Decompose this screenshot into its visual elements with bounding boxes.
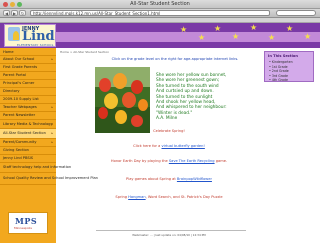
star-icon: ★: [232, 32, 240, 41]
mps-logo[interactable]: MPS Minneapolis: [8, 212, 48, 234]
sidebar-item-parent-community[interactable]: Parent/Community ▸: [0, 139, 56, 147]
browser-window: All-Star Student Section ◀ ▶ ↻ http://je…: [0, 0, 320, 243]
page-footer: Webmaster: ... | last update on: 04/08/1…: [132, 233, 206, 237]
reload-button[interactable]: ↻: [19, 10, 26, 16]
mps-logo-text: MPS: [15, 216, 38, 226]
section-link-4th-grade[interactable]: • 4th Grade: [269, 78, 288, 82]
butterfly-garden-line: Click here for a virtual butterfly garde…: [133, 144, 205, 148]
sidebar-item-directory[interactable]: Directory: [0, 88, 56, 96]
star-icon: ★: [268, 33, 276, 42]
site-header: JENNY Lind ELEMENTARY SCHOOL ★ ★ ★ ★ ★ ★…: [0, 23, 320, 48]
chevron-right-icon: ▸: [51, 105, 53, 109]
logo-name: Lind: [22, 29, 55, 44]
chevron-right-icon: ▸: [51, 131, 53, 135]
section-link-1st-grade[interactable]: • 1st Grade: [269, 65, 288, 69]
brainpop-link[interactable]: BrainpopWildflower: [177, 177, 212, 181]
lighthouse-icon: [8, 27, 20, 41]
chevron-right-icon: ▸: [51, 57, 53, 61]
back-button[interactable]: ◀: [3, 10, 10, 16]
logo-subtitle: ELEMENTARY SCHOOL: [17, 43, 54, 47]
star-icon: ★: [304, 32, 312, 41]
section-link-2nd-grade[interactable]: • 2nd Grade: [269, 69, 289, 73]
sidebar-item-about[interactable]: About Our School ▸: [0, 56, 56, 64]
spring-games-line: Play games about Spring at BrainpopWildf…: [126, 177, 212, 181]
sidebar-item-all-star[interactable]: All-Star Student Section ▸: [0, 129, 56, 139]
sidebar-item-first-grade-parents[interactable]: First Grade Parents: [0, 64, 56, 72]
in-this-section-panel: In This Section • Kindergarten • 1st Gra…: [264, 51, 314, 82]
in-this-section-title: In This Section: [268, 54, 298, 58]
section-link-kindergarten[interactable]: • Kindergarten: [269, 60, 293, 64]
page-content: JENNY Lind ELEMENTARY SCHOOL ★ ★ ★ ★ ★ ★…: [0, 23, 320, 243]
poem-author: A.A. Milne: [156, 116, 178, 122]
footer-divider: [96, 230, 246, 231]
sidebar-item-home[interactable]: Home: [0, 49, 56, 56]
earth-day-line: Honor Earth Day by playing the Save The …: [110, 159, 228, 163]
breadcrumb: Home > All-Star Student Section: [60, 50, 110, 54]
sidebar-item-supply-list[interactable]: 2009-10 Supply List: [0, 96, 56, 104]
sidebar-item-teacher-webpages[interactable]: Teacher Webpages ▸: [0, 104, 56, 112]
section-link-3rd-grade[interactable]: • 3rd Grade: [269, 74, 288, 78]
star-icon: ★: [180, 25, 188, 34]
star-icon: ★: [198, 33, 206, 42]
spring-puzzles-line: Spring Hangman, Word Search, and St. Pat…: [115, 195, 223, 199]
spring-poem: She wore her yellow sun bonnet, She wore…: [156, 73, 276, 122]
butterfly-garden-link[interactable]: virtual butterfly garden!: [162, 144, 205, 148]
celebrate-spring-text: Celebrate Spring!: [153, 129, 185, 133]
header-banner: [56, 32, 320, 42]
window-title: All-Star Student Section: [130, 1, 190, 7]
mps-logo-subtitle: Minneapolis: [14, 226, 32, 230]
tulip-photo: [95, 67, 150, 133]
address-bar[interactable]: http://jennylind.mpls.k12.mn.us/All-Star…: [30, 10, 270, 16]
intro-text: Click on the grade level on the right fo…: [111, 57, 239, 61]
star-icon: ★: [286, 24, 294, 33]
star-icon: ★: [214, 24, 222, 33]
star-icon: ★: [250, 23, 258, 32]
school-logo[interactable]: JENNY Lind ELEMENTARY SCHOOL: [4, 24, 56, 47]
hangman-link[interactable]: Hangman: [128, 195, 145, 199]
browser-toolbar: ◀ ▶ ↻ http://jennylind.mpls.k12.mn.us/Al…: [0, 9, 320, 18]
chevron-right-icon: ▸: [51, 122, 53, 126]
sidebar-item-pbsis[interactable]: Jenny Lind PBSIS: [0, 155, 56, 163]
sidebar-item-parent-portal[interactable]: Parent Portal: [0, 72, 56, 80]
forward-button[interactable]: ▶: [11, 10, 18, 16]
sidebar-item-giving[interactable]: Giving Section: [0, 147, 56, 155]
sidebar-item-library-media[interactable]: Library Media & Technology ▸: [0, 120, 56, 129]
sidebar-item-parent-newsletter[interactable]: Parent Newsletter: [0, 112, 56, 120]
sidebar-nav: Home About Our School ▸ First Grade Paren…: [0, 48, 98, 243]
sidebar-item-staff-tech[interactable]: Staff technology help and information: [0, 163, 71, 173]
search-field[interactable]: [276, 10, 316, 16]
sidebar-item-school-quality[interactable]: School Quality Review and School Improve…: [0, 173, 98, 185]
chevron-right-icon: ▸: [51, 140, 53, 144]
sidebar-item-principals-corner[interactable]: Principal's Corner: [0, 80, 56, 88]
title-bar: All-Star Student Section: [0, 0, 320, 9]
recycling-game-link[interactable]: Save The Earth Recycling: [169, 159, 215, 163]
